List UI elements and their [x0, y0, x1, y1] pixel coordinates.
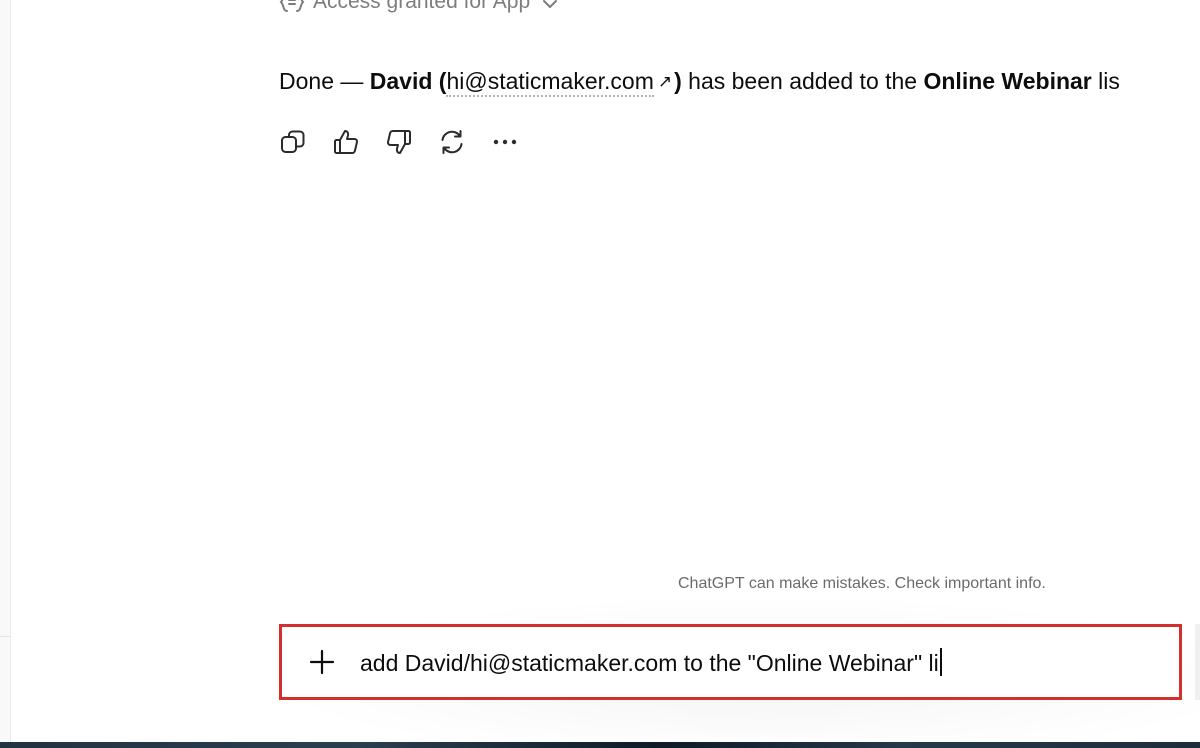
more-options-button[interactable]	[491, 127, 519, 157]
assistant-message: Done — David (hi@staticmaker.com ↗) has b…	[279, 64, 1120, 99]
list-name: Online Webinar	[923, 68, 1092, 94]
message-composer[interactable]: add David/hi@staticmaker.com to the "Onl…	[279, 624, 1182, 700]
message-prefix: Done —	[279, 68, 370, 94]
text-cursor	[939, 647, 942, 676]
code-braces-icon	[279, 0, 305, 13]
copy-button[interactable]	[279, 127, 307, 157]
external-link-icon[interactable]: ↗	[658, 65, 672, 99]
plus-icon	[309, 649, 335, 675]
email-link[interactable]: hi@staticmaker.com	[446, 68, 654, 97]
tool-call-status[interactable]: Access granted for App	[279, 0, 558, 14]
message-suffix: lis	[1091, 68, 1120, 94]
sidebar-divider	[0, 636, 10, 637]
side-panel-edge	[1195, 624, 1200, 700]
disclaimer-text: ChatGPT can make mistakes. Check importa…	[678, 575, 1046, 592]
prompt-value: add David/hi@staticmaker.com to the "Onl…	[360, 649, 939, 676]
copy-icon	[281, 130, 305, 153]
message-actions	[279, 127, 519, 157]
tool-call-label: Access granted for App	[313, 0, 531, 13]
regenerate-button[interactable]	[438, 127, 466, 157]
contact-name-close: )	[674, 68, 682, 94]
chat-page: Access granted for App Done — David (hi@…	[0, 0, 1200, 748]
thumbs-down-button[interactable]	[385, 127, 413, 157]
chevron-down-icon[interactable]	[542, 0, 558, 10]
thumbs-down-icon	[386, 130, 411, 154]
prompt-input[interactable]: add David/hi@staticmaker.com to the "Onl…	[360, 647, 942, 677]
refresh-icon	[441, 130, 463, 154]
contact-name: David (	[369, 68, 447, 94]
thumbs-up-icon	[334, 130, 359, 154]
os-taskbar-strip	[0, 742, 1200, 748]
thumbs-up-button[interactable]	[332, 127, 360, 157]
more-horizontal-icon	[493, 139, 517, 145]
message-middle: has been added to the	[681, 68, 924, 94]
attach-button[interactable]	[302, 642, 342, 682]
sidebar-edge	[0, 0, 11, 742]
